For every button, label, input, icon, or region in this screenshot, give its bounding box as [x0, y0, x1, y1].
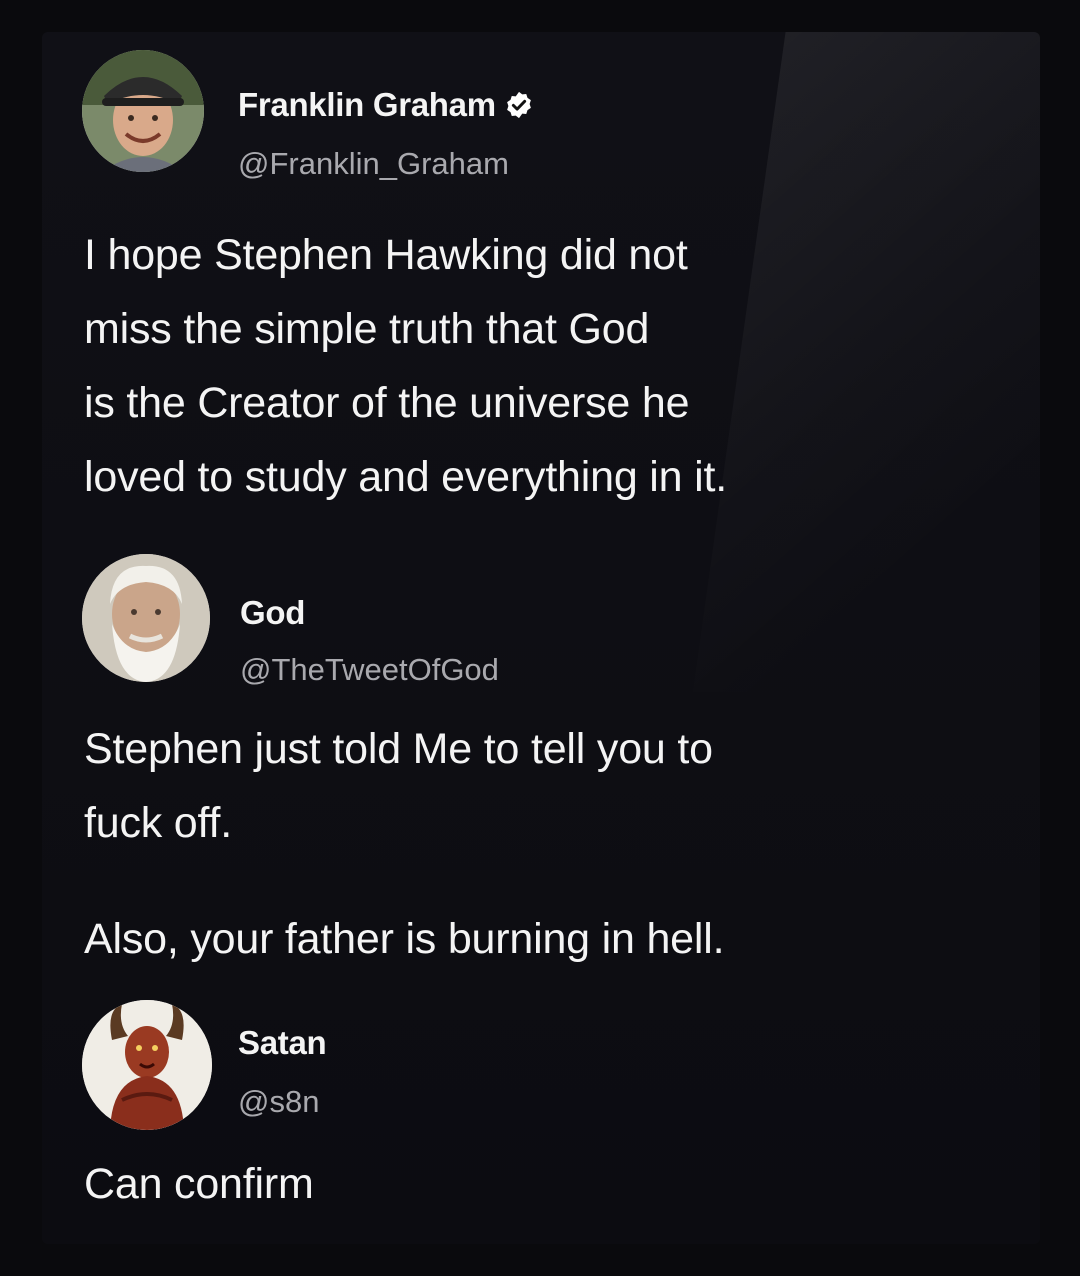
avatar-franklin-graham-icon	[82, 50, 204, 172]
avatar-franklin-graham[interactable]	[82, 50, 204, 172]
tweet-line: fuck off.	[84, 799, 232, 847]
tweet-line: Stephen just told Me to tell you to	[84, 725, 713, 773]
avatar-god[interactable]	[82, 554, 210, 682]
tweet-line: loved to study and everything in it.	[84, 453, 727, 501]
tweet-author-row: God @TheTweetOfGod	[82, 554, 982, 687]
author-handle[interactable]: @s8n	[238, 1084, 319, 1120]
tweet-line: I hope Stephen Hawking did not	[84, 231, 688, 279]
author-name[interactable]: Franklin Graham	[238, 86, 534, 124]
tweet-body: Stephen just told Me to tell you to fuck…	[84, 712, 984, 976]
author-name[interactable]: God	[240, 594, 305, 632]
avatar-satan[interactable]	[82, 1000, 212, 1130]
tweet-author-row: Franklin Graham @Franklin_Graham	[82, 50, 982, 182]
tweet-thread-card: Franklin Graham @Franklin_Graham I hope …	[42, 32, 1040, 1244]
author-handle[interactable]: @Franklin_Graham	[238, 146, 509, 182]
tweet-body: Can confirm	[84, 1147, 984, 1221]
avatar-satan-icon	[82, 1000, 212, 1130]
author-handle[interactable]: @TheTweetOfGod	[240, 652, 499, 688]
tweet-body: I hope Stephen Hawking did not miss the …	[84, 218, 984, 514]
verified-badge-icon	[506, 91, 531, 119]
tweet-line: is the Creator of the universe he	[84, 379, 690, 427]
avatar-god-icon	[82, 554, 210, 682]
tweet-author-row: Satan @s8n	[82, 1000, 982, 1130]
tweet-line: miss the simple truth that God	[84, 305, 650, 353]
author-name[interactable]: Satan	[238, 1024, 327, 1062]
author-name-text: Franklin Graham	[238, 86, 496, 123]
tweet-line: Can confirm	[84, 1160, 314, 1208]
tweet-line: Also, your father is burning in hell.	[84, 915, 725, 963]
screenshot-frame: Franklin Graham @Franklin_Graham I hope …	[0, 0, 1080, 1276]
